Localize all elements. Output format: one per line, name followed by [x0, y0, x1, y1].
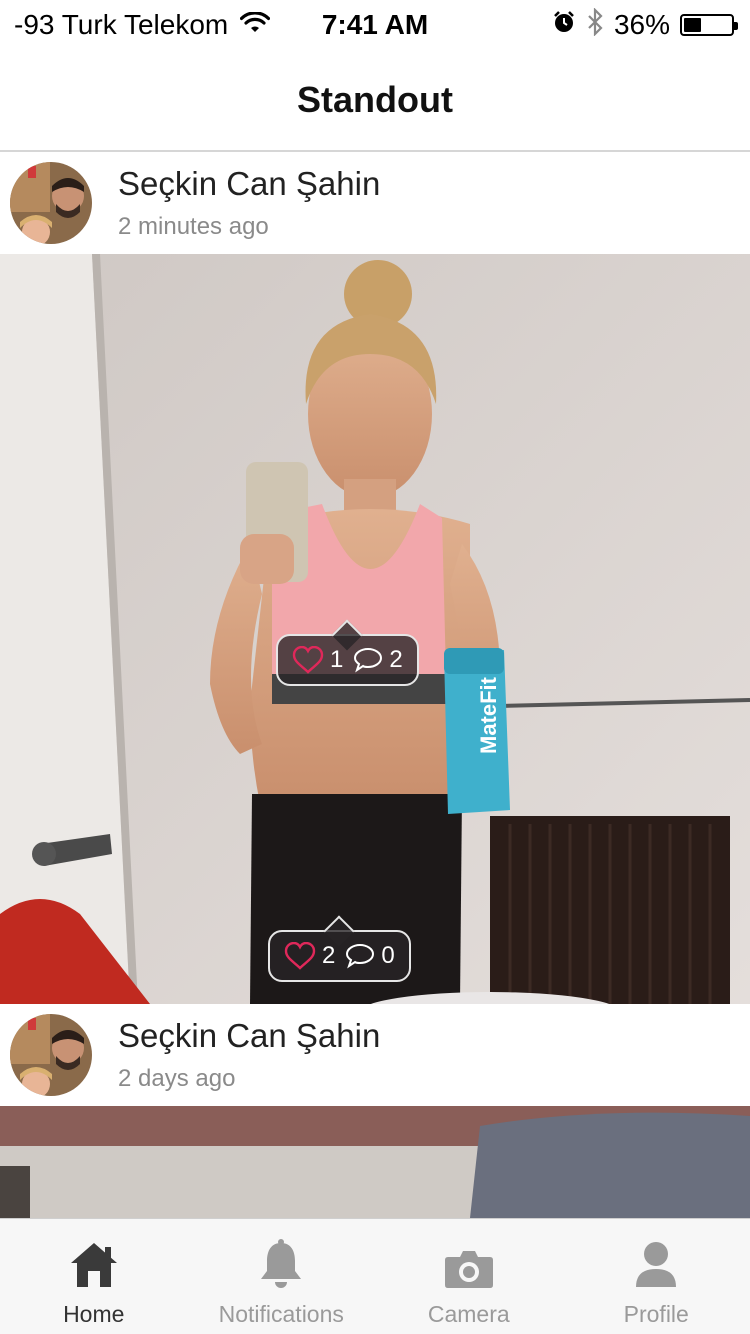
- nav-bar: Standout: [0, 50, 750, 152]
- status-right: 36%: [552, 6, 738, 43]
- tab-profile[interactable]: Profile: [563, 1219, 750, 1334]
- like-group[interactable]: 1: [292, 646, 343, 674]
- tab-label: Notifications: [218, 1301, 344, 1327]
- heart-icon: [284, 942, 316, 970]
- like-count: 1: [330, 646, 344, 673]
- bluetooth-icon: [586, 6, 604, 43]
- battery-percent: 36%: [613, 9, 670, 40]
- status-left: -93 Turk Telekom: [14, 9, 271, 41]
- post-meta: Seçkin Can Şahin 2 days ago: [118, 1017, 380, 1093]
- wifi-icon: [240, 9, 271, 41]
- tab-label: Profile: [623, 1301, 689, 1327]
- post-photo[interactable]: MateFit 1 2 2 0: [0, 254, 750, 1004]
- comment-count: 0: [381, 942, 395, 969]
- tab-label: Home: [63, 1301, 125, 1327]
- comment-icon: [346, 943, 375, 969]
- heart-icon: [292, 646, 324, 674]
- post-photo[interactable]: [0, 1106, 750, 1218]
- post-timestamp: 2 minutes ago: [118, 213, 269, 240]
- like-group[interactable]: 2: [284, 942, 335, 970]
- comment-icon: [354, 647, 383, 673]
- tab-bar: Home Notifications Camera Profile: [0, 1218, 750, 1334]
- like-count: 2: [322, 942, 336, 969]
- post: Seçkin Can Şahin 2 days ago: [0, 1004, 750, 1218]
- post-header[interactable]: Seçkin Can Şahin 2 minutes ago: [0, 152, 750, 254]
- post-author[interactable]: Seçkin Can Şahin: [118, 1017, 380, 1055]
- comment-count: 2: [389, 646, 403, 673]
- avatar[interactable]: [10, 162, 92, 244]
- camera-icon: [444, 1251, 493, 1288]
- tab-notifications[interactable]: Notifications: [188, 1219, 376, 1334]
- battery-fill: [684, 18, 701, 32]
- tab-home[interactable]: Home: [0, 1219, 188, 1334]
- post-meta: Seçkin Can Şahin 2 minutes ago: [118, 165, 380, 241]
- post-author[interactable]: Seçkin Can Şahin: [118, 165, 380, 203]
- bell-icon: [261, 1239, 302, 1288]
- feed[interactable]: Seçkin Can Şahin 2 minutes ago MateFit 1…: [0, 152, 750, 1218]
- post-timestamp: 2 days ago: [118, 1065, 236, 1092]
- profile-icon: [636, 1242, 677, 1287]
- tab-camera[interactable]: Camera: [375, 1219, 563, 1334]
- status-bar: -93 Turk Telekom 7:41 AM 36%: [0, 0, 750, 50]
- page-title: Standout: [297, 79, 453, 120]
- bottle-label: MateFit: [476, 676, 501, 754]
- comment-group[interactable]: 0: [345, 942, 395, 970]
- post-header[interactable]: Seçkin Can Şahin 2 days ago: [0, 1004, 750, 1106]
- battery-icon: [680, 14, 738, 36]
- home-icon: [70, 1243, 117, 1287]
- alarm-icon: [552, 9, 576, 41]
- tag-bubble[interactable]: 1 2: [276, 634, 419, 686]
- comment-group[interactable]: 2: [353, 646, 403, 674]
- carrier-label: -93 Turk Telekom: [14, 9, 229, 40]
- avatar[interactable]: [10, 1014, 92, 1096]
- tab-label: Camera: [427, 1301, 510, 1327]
- post: Seçkin Can Şahin 2 minutes ago MateFit 1…: [0, 152, 750, 1004]
- tag-bubble[interactable]: 2 0: [268, 930, 411, 982]
